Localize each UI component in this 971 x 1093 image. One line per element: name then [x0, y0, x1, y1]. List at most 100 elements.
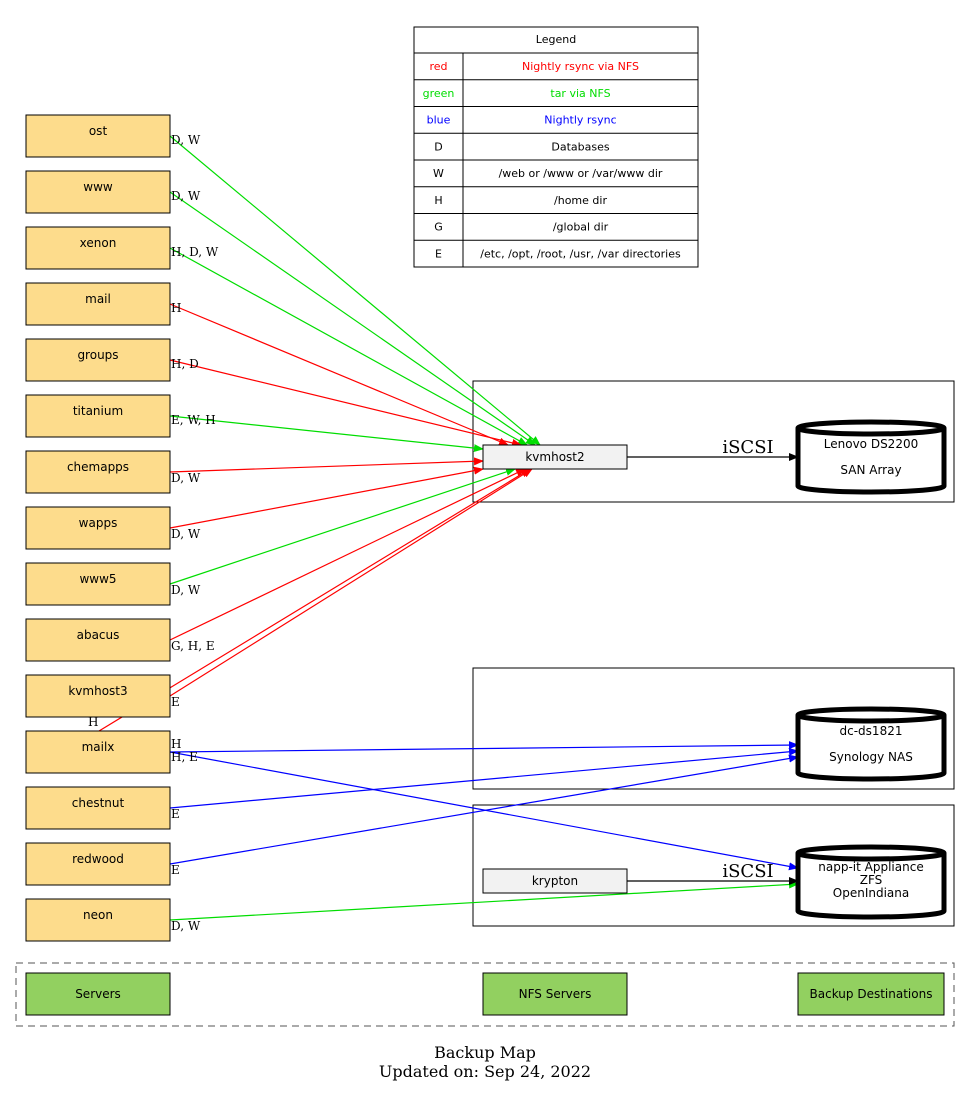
edge-label: iSCSI: [722, 437, 773, 458]
edge-mailx-to-synology: [169, 741, 799, 753]
edge-label: D, W: [171, 471, 201, 485]
edge-kvmhost3-to-kvmhost2: [169, 468, 533, 697]
destination-label: dc-ds1821: [840, 724, 903, 738]
category-label: Servers: [75, 987, 121, 1001]
edge-titanium-to-kvmhost2: [169, 415, 484, 453]
edge-label: H, E: [171, 750, 198, 764]
category-node-backup-destinations: Backup Destinations: [797, 972, 945, 1016]
legend-description: Databases: [551, 140, 609, 153]
legend-table: Legend red Nightly rsync via NFS green tar …: [413, 26, 699, 268]
nfs-label: kvmhost2: [525, 450, 584, 464]
legend-description: /global dir: [553, 221, 609, 234]
category-node-nfs-servers: NFS Servers: [482, 972, 628, 1016]
category-node-servers: Servers: [25, 972, 171, 1016]
legend-key: G: [434, 221, 443, 234]
edge-label: D, W: [171, 919, 201, 933]
legend-key: H: [434, 194, 442, 207]
server-label: mailx: [82, 740, 115, 754]
category-label: Backup Destinations: [810, 987, 933, 1001]
edge-label: D, W: [171, 527, 201, 541]
updated-date: Updated on: Sep 24, 2022: [379, 1062, 591, 1081]
legend-key: W: [433, 167, 444, 180]
destination-label: SAN Array: [840, 463, 901, 477]
legend-key: D: [434, 140, 442, 153]
legend-key: green: [423, 87, 455, 100]
legend-key: blue: [427, 114, 451, 127]
destination-node-synology[interactable]: dc-ds1821 Synology NAS: [795, 706, 947, 782]
edge-xenon-to-kvmhost2: [169, 247, 528, 446]
server-node-abacus[interactable]: abacus: [25, 618, 171, 662]
server-label: kvmhost3: [68, 684, 127, 698]
server-label: chemapps: [67, 460, 129, 474]
server-node-chemapps[interactable]: chemapps: [25, 450, 171, 494]
edge-label: E, W, H: [171, 413, 216, 427]
edge-label: H, D: [171, 357, 199, 371]
server-node-groups[interactable]: groups: [25, 338, 171, 382]
server-node-titanium[interactable]: titanium: [25, 394, 171, 438]
server-label: www: [83, 180, 113, 194]
destination-node-napp[interactable]: napp-it ApplianceZFSOpenIndiana: [795, 844, 947, 920]
server-node-kvmhost3[interactable]: kvmhost3: [25, 674, 171, 718]
server-label: mail: [85, 292, 111, 306]
edge-label: H: [171, 301, 181, 315]
server-label: www5: [79, 572, 116, 586]
edge-label: D, W: [171, 189, 201, 203]
server-node-ost[interactable]: ost: [25, 114, 171, 158]
server-label: xenon: [80, 236, 117, 250]
server-label: neon: [83, 908, 113, 922]
legend-description: Nightly rsync: [544, 114, 616, 127]
destination-label: Lenovo DS2200: [824, 437, 918, 451]
edge-label: E: [171, 807, 180, 821]
diagram-title: Backup Map: [434, 1043, 536, 1062]
server-label: ost: [89, 124, 108, 138]
server-node-chestnut[interactable]: chestnut: [25, 786, 171, 830]
legend-key: E: [435, 247, 442, 260]
backup-map-diagram: Legend red Nightly rsync via NFS green tar …: [15, 26, 955, 1081]
server-node-redwood[interactable]: redwood: [25, 842, 171, 886]
legend-description: /web or /www or /var/www dir: [499, 167, 663, 180]
destination-label: ZFS: [860, 873, 883, 887]
nfs-label: krypton: [532, 874, 578, 888]
destination-label: napp-it Appliance: [818, 860, 923, 874]
edge-chestnut-to-synology: [169, 747, 799, 809]
edge-label: G, H, E: [171, 639, 215, 653]
server-label: groups: [77, 348, 118, 362]
server-node-xenon[interactable]: xenon: [25, 226, 171, 270]
edge-label: D, W: [171, 583, 201, 597]
server-node-www5[interactable]: www5: [25, 562, 171, 606]
edge-www5-to-kvmhost2: [169, 468, 516, 585]
edge-label: H: [171, 737, 181, 751]
nfs-node-krypton[interactable]: krypton: [482, 868, 628, 894]
server-node-neon[interactable]: neon: [25, 898, 171, 942]
nfs-node-kvmhost2[interactable]: kvmhost2: [482, 444, 628, 470]
edge-label: iSCSI: [722, 861, 773, 882]
category-label: NFS Servers: [519, 987, 592, 1001]
edge-chemapps-to-kvmhost2: [169, 457, 484, 473]
edge-label: E: [171, 863, 180, 877]
legend-description: /home dir: [554, 194, 607, 207]
destination-node-lenovo[interactable]: Lenovo DS2200 SAN Array: [795, 419, 947, 495]
server-label: chestnut: [72, 796, 125, 810]
legend-description: /etc, /opt, /root, /usr, /var directorie…: [480, 247, 681, 260]
destination-label: Synology NAS: [829, 750, 913, 764]
legend-title: Legend: [536, 33, 576, 46]
server-node-wapps[interactable]: wapps: [25, 506, 171, 550]
edge-label: E: [171, 695, 180, 709]
legend-description: tar via NFS: [550, 87, 610, 100]
legend-description: Nightly rsync via NFS: [522, 60, 639, 73]
server-label: redwood: [72, 852, 124, 866]
edge-groups-to-kvmhost2: [169, 359, 522, 447]
server-label: titanium: [73, 404, 123, 418]
server-node-mailx[interactable]: mailx: [25, 730, 171, 774]
server-node-www[interactable]: www: [25, 170, 171, 214]
edge-mail-to-kvmhost2: [169, 303, 509, 446]
server-node-mail[interactable]: mail: [25, 282, 171, 326]
edge-wapps-to-kvmhost2: [169, 466, 484, 529]
edge-label: D, W: [171, 133, 201, 147]
edge-redwood-to-synology: [169, 754, 799, 865]
destination-label: OpenIndiana: [833, 886, 909, 900]
server-label: abacus: [77, 628, 120, 642]
legend-key: red: [429, 60, 447, 73]
server-label: wapps: [79, 516, 118, 530]
edge-label: H, D, W: [171, 245, 219, 259]
